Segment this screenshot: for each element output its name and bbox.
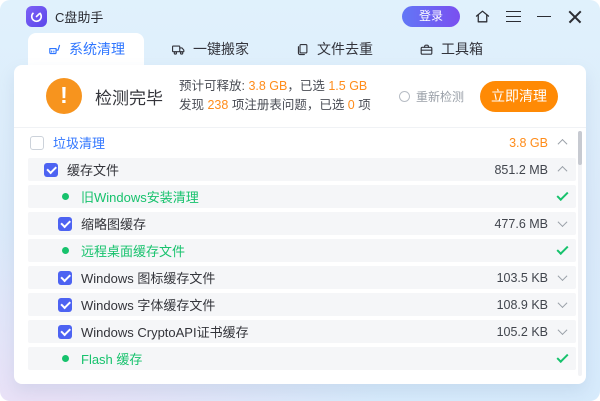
cleaned-dot-icon (62, 193, 69, 200)
chevron-down-icon[interactable] (557, 325, 567, 335)
checkbox[interactable] (44, 163, 58, 177)
list-item[interactable]: Windows 字体缓存文件108.9 KB (28, 293, 576, 316)
scrollbar-thumb[interactable] (578, 131, 582, 165)
home-icon[interactable] (473, 8, 491, 26)
warning-exclamation-icon: ! (46, 78, 82, 114)
scan-status-bar: ! 检测完毕 预计可释放: 3.8 GB，已选 1.5 GB 发现 238 项注… (14, 65, 586, 128)
item-label: 远程桌面缓存文件 (81, 241, 548, 260)
toolbox-icon (419, 42, 434, 57)
list-item[interactable]: Flash 缓存 (28, 347, 576, 370)
files-icon (295, 42, 310, 57)
tab-bar: 系统清理 一键搬家 文件去重 工具箱 (0, 33, 600, 65)
checkbox[interactable] (58, 271, 72, 285)
registry-issue-count: 238 (207, 98, 228, 112)
list-item[interactable]: Windows 图标缓存文件103.5 KB (28, 266, 576, 289)
cleaned-dot-icon (62, 355, 69, 362)
list-item[interactable]: 垃圾清理3.8 GB (28, 131, 576, 154)
scan-detail: 预计可释放: 3.8 GB，已选 1.5 GB 发现 238 项注册表问题，已选… (179, 77, 371, 115)
tab-label: 文件去重 (317, 39, 373, 59)
titlebar-controls: 登录 (402, 6, 584, 27)
checkmark-icon (556, 189, 568, 201)
chevron-down-icon[interactable] (557, 217, 567, 227)
chevron-down-icon[interactable] (557, 271, 567, 281)
main-panel: ! 检测完毕 预计可释放: 3.8 GB，已选 1.5 GB 发现 238 项注… (14, 65, 586, 384)
row-trailing (548, 195, 576, 198)
title-bar: C盘助手 登录 (0, 0, 600, 33)
app-window: C盘助手 登录 系统清理 一键搬家 (0, 0, 600, 401)
status-actions: 重新检测 立即清理 (399, 81, 558, 112)
row-trailing (548, 139, 576, 146)
list-item[interactable]: 缓存文件851.2 MB (28, 158, 576, 181)
tab-label: 系统清理 (69, 39, 125, 59)
list-item[interactable]: 缩略图缓存477.6 MB (28, 212, 576, 235)
item-label: Flash 缓存 (81, 349, 548, 368)
gauge-icon (29, 9, 44, 24)
menu-icon[interactable] (504, 8, 522, 26)
login-button[interactable]: 登录 (402, 6, 460, 27)
scan-detail-line2: 发现 238 项注册表问题，已选 0 项 (179, 96, 371, 115)
chevron-up-icon[interactable] (557, 139, 567, 149)
row-trailing (548, 301, 576, 308)
item-label: Windows 图标缓存文件 (81, 268, 497, 287)
row-trailing (548, 220, 576, 227)
item-size: 103.5 KB (497, 271, 548, 285)
chevron-down-icon[interactable] (557, 298, 567, 308)
item-label: 旧Windows安装清理 (81, 187, 548, 206)
clean-now-button[interactable]: 立即清理 (480, 81, 558, 112)
chevron-up-icon[interactable] (557, 166, 567, 176)
item-size: 477.6 MB (494, 217, 548, 231)
registry-selected-count: 0 (348, 98, 355, 112)
app-logo (26, 6, 47, 27)
tab-label: 工具箱 (441, 39, 483, 59)
clean-icon (47, 42, 62, 57)
close-icon[interactable] (566, 8, 584, 26)
recheck-button[interactable]: 重新检测 (399, 88, 464, 105)
row-trailing (548, 249, 576, 252)
scrollbar-track[interactable] (578, 131, 582, 376)
tab-toolbox[interactable]: 工具箱 (400, 33, 502, 65)
tab-one-key-move[interactable]: 一键搬家 (152, 33, 268, 65)
release-size: 3.8 GB (248, 79, 287, 93)
tab-system-clean[interactable]: 系统清理 (28, 33, 144, 65)
tab-file-dedupe[interactable]: 文件去重 (276, 33, 392, 65)
tab-label: 一键搬家 (193, 39, 249, 59)
item-label: 缓存文件 (67, 160, 494, 179)
item-label: 垃圾清理 (53, 133, 509, 152)
row-trailing (548, 166, 576, 173)
list-item[interactable]: Windows CryptoAPI证书缓存105.2 KB (28, 320, 576, 343)
item-size: 105.2 KB (497, 325, 548, 339)
item-label: 缩略图缓存 (81, 214, 494, 233)
item-label: Windows CryptoAPI证书缓存 (81, 322, 497, 341)
checkbox[interactable] (30, 136, 44, 150)
recheck-label: 重新检测 (416, 88, 464, 105)
selected-size: 1.5 GB (328, 79, 367, 93)
list-item[interactable]: 旧Windows安装清理 (28, 185, 576, 208)
item-size: 3.8 GB (509, 136, 548, 150)
scan-detail-line1: 预计可释放: 3.8 GB，已选 1.5 GB (179, 77, 371, 96)
row-trailing (548, 328, 576, 335)
row-trailing (548, 274, 576, 281)
item-size: 851.2 MB (494, 163, 548, 177)
row-trailing (548, 357, 576, 360)
app-title: C盘助手 (55, 7, 103, 26)
scan-result-title: 检测完毕 (95, 84, 163, 109)
minimize-icon[interactable] (535, 8, 553, 26)
list-item[interactable]: 远程桌面缓存文件 (28, 239, 576, 262)
item-label: Windows 字体缓存文件 (81, 295, 497, 314)
truck-icon (171, 42, 186, 57)
checkmark-icon (556, 351, 568, 363)
cleanup-list: 垃圾清理3.8 GB缓存文件851.2 MB旧Windows安装清理缩略图缓存4… (14, 128, 586, 370)
checkbox[interactable] (58, 325, 72, 339)
checkmark-icon (556, 243, 568, 255)
cleaned-dot-icon (62, 247, 69, 254)
checkbox[interactable] (58, 217, 72, 231)
checkbox[interactable] (58, 298, 72, 312)
refresh-circle-icon (399, 91, 410, 102)
item-size: 108.9 KB (497, 298, 548, 312)
